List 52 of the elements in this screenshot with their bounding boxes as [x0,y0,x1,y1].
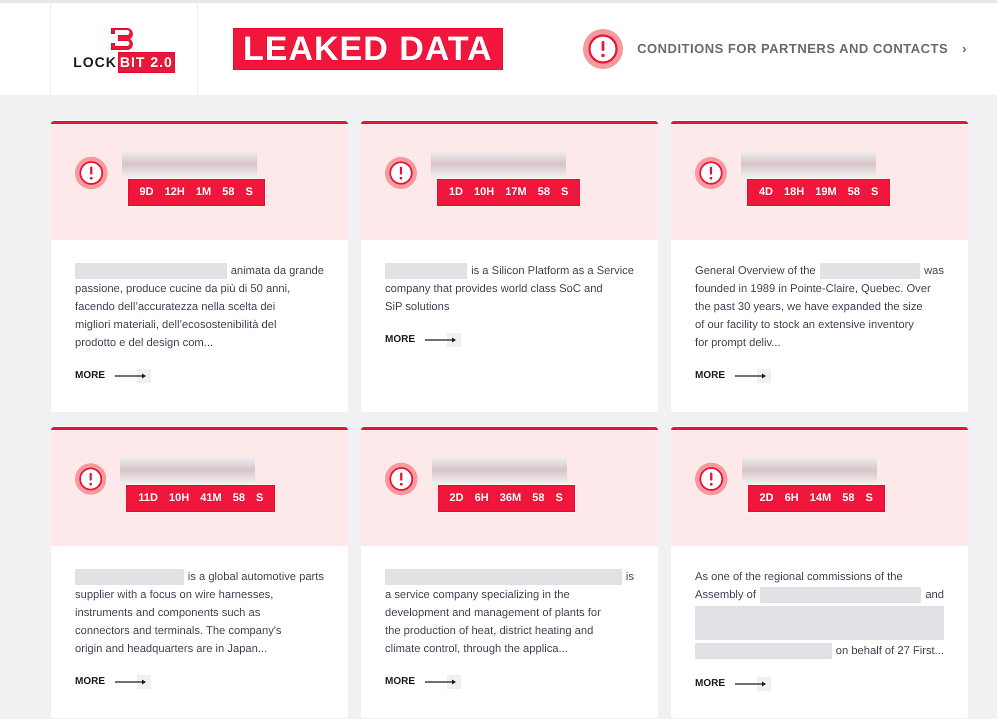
countdown-timer: 1D 10H 17M 58 S [436,179,580,206]
countdown-timer: 4D 18H 19M 58 S [746,179,890,206]
description-text: development and management of plants for [385,606,601,621]
description-text: prodotto e del design com... [75,336,214,351]
description-text: facendo dell’accuratezza nella scelta dei [75,300,276,315]
more-link[interactable]: MORE [385,673,461,691]
description-text: is [626,570,634,585]
description-text: instruments and components such as [75,606,260,621]
more-link[interactable]: MORE [75,367,151,385]
arrow-icon [425,675,461,689]
description-text: passione, produce cucine da più di 50 anni, [75,282,290,297]
description-text: the past 30 years, we have expanded the size [695,300,923,315]
logo-badge: BIT 2.0 [118,52,175,72]
description-text: the production of heat, district heating and [385,624,594,639]
arrow-icon [735,369,771,383]
description-text: of our facility to stock an extensive inventory [695,318,914,333]
countdown-timer: 2D 6H 36M 58 S [438,485,575,512]
description-text: company that provides world class SoC and [385,282,603,297]
more-link[interactable]: MORE [695,367,771,385]
arrow-icon [735,677,771,691]
alert-icon [583,29,624,69]
countdown-timer: 2D 6H 14M 58 S [748,485,885,512]
description-text: is a Silicon Platform as a Service [471,264,634,279]
arrow-icon [115,675,151,689]
description-text: a service company specializing in the [385,588,570,603]
description-text: connectors and terminals. The company's [75,624,282,639]
description-text: animata da grande [230,264,324,279]
more-link[interactable]: MORE [75,673,151,691]
description-text: migliori materiali, dell’ecosostenibilità del [75,318,276,333]
countdown-timer: 11D 10H 41M 58 S [126,485,276,512]
chevron-icon: › [962,39,967,59]
description-text: climate control, through the applica... [385,642,568,657]
more-link[interactable]: MORE [695,675,771,693]
countdown-timer: 9D 12H 1M 58 S [128,179,265,206]
conditions-link[interactable]: CONDITIONS FOR PARTNERS AND CONTACTS › [583,29,967,69]
description-text: As one of the regional commissions of the [695,570,903,585]
description-text: Assembly of [695,588,756,603]
description-text: for prompt deliv... [695,336,781,351]
description-text: SiP solutions [385,300,450,315]
description-text: on behalf of 27 First... [836,644,944,659]
arrow-icon [115,369,151,383]
arrow-icon [425,333,461,347]
description-text: and [925,588,944,603]
description-text: General Overview of the [695,264,816,279]
description-text: is a global automotive parts [188,570,324,585]
page-banner: LEAKED DATA [233,28,503,70]
more-link[interactable]: MORE [385,331,461,349]
logo-text: LOCK [73,52,117,72]
description-text: supplier with a focus on wire harnesses, [75,588,274,603]
description-text: founded in 1989 in Pointe-Claire, Quebec. Over [695,282,931,297]
description-text: was [924,264,944,279]
description-text: origin and headquarters are in Japan... [75,642,268,657]
